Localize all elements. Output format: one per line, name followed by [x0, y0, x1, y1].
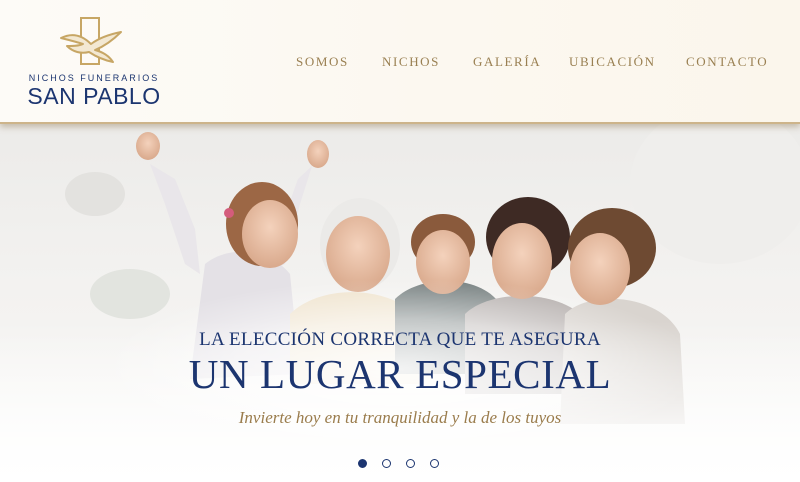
nav-item-somos[interactable]: SOMOS: [296, 54, 349, 70]
nav-item-contacto[interactable]: CONTACTO: [686, 54, 768, 70]
hero-tagline-top: LA ELECCIÓN CORRECTA QUE TE ASEGURA: [199, 329, 601, 350]
slider-pagination: [355, 459, 445, 471]
site-header: NICHOS FUNERARIOS SAN PABLO SOMOS NICHOS…: [0, 0, 800, 124]
brand-subtitle: NICHOS FUNERARIOS: [28, 73, 160, 83]
hero-headline: UN LUGAR ESPECIAL: [188, 351, 612, 397]
nav-item-galeria[interactable]: GALERÍA: [473, 54, 541, 70]
slide-dot-3[interactable]: [406, 459, 415, 468]
slide-dot-4[interactable]: [430, 459, 439, 468]
hero-subtitle: Invierte hoy en tu tranquilidad y la de …: [238, 408, 562, 427]
main-nav: SOMOS NICHOS GALERÍA UBICACIÓN CONTACTO: [0, 54, 800, 72]
brand-name: SAN PABLO: [27, 83, 161, 109]
slide-dot-2[interactable]: [382, 459, 391, 468]
nav-item-nichos[interactable]: NICHOS: [382, 54, 440, 70]
nav-item-ubicacion[interactable]: UBICACIÓN: [569, 54, 656, 70]
slide-dot-1[interactable]: [358, 459, 367, 468]
hero-slider: LA ELECCIÓN CORRECTA QUE TE ASEGURA UN L…: [0, 124, 800, 482]
